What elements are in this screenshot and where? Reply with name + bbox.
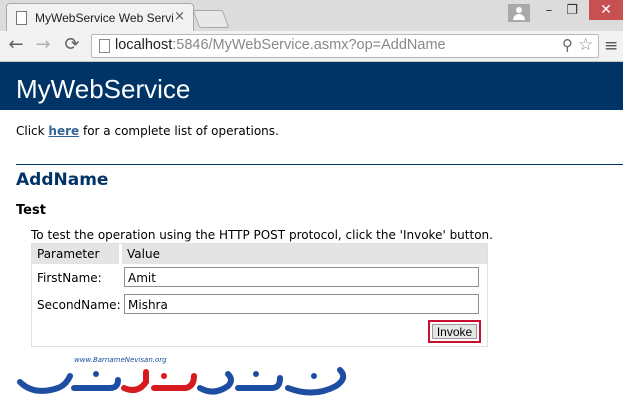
test-instructions: To test the operation using the HTTP POS… — [31, 228, 493, 242]
browser-toolbar: ← → ⟳ localhost:5846/MyWebService.asmx?o… — [0, 31, 623, 62]
watermark-logo: www.BarnameNevisan.org — [17, 356, 347, 396]
intro-text: Click here for a complete list of operat… — [16, 124, 279, 138]
service-banner: MyWebService — [0, 62, 623, 110]
test-heading: Test — [16, 203, 46, 218]
browser-menu-icon[interactable]: ≡ — [604, 36, 618, 56]
address-bar[interactable]: localhost:5846/MyWebService.asmx?op=AddN… — [91, 34, 599, 58]
user-profile-icon[interactable] — [508, 4, 530, 22]
operations-list-link[interactable]: here — [48, 124, 79, 138]
maximize-icon[interactable]: ❐ — [560, 3, 584, 18]
page-icon — [16, 11, 27, 25]
secondname-label: SecondName: — [37, 298, 121, 312]
window-close-icon[interactable]: ✕ — [589, 0, 623, 20]
service-title: MyWebService — [16, 74, 191, 104]
forward-arrow-icon[interactable]: → — [32, 34, 54, 55]
invoke-highlight: Invoke — [428, 320, 481, 343]
zoom-icon[interactable]: ⚲ — [562, 36, 573, 54]
firstname-label: FirstName: — [37, 271, 102, 285]
parameters-table: Parameter Value FirstName: Amit SecondNa… — [31, 243, 488, 347]
invoke-button[interactable]: Invoke — [432, 324, 477, 339]
browser-titlebar: MyWebService Web Service × – ❐ ✕ — [0, 0, 623, 32]
firstname-input[interactable]: Amit — [124, 267, 479, 287]
tab-close-icon[interactable]: × — [174, 9, 185, 24]
column-header-parameter: Parameter — [32, 244, 119, 264]
tab-title: MyWebService Web Service — [35, 11, 173, 25]
column-header-value: Value — [122, 244, 487, 264]
operation-heading: AddName — [16, 170, 109, 190]
new-tab-button[interactable] — [192, 10, 230, 28]
url-text[interactable]: localhost:5846/MyWebService.asmx?op=AddN… — [115, 37, 446, 53]
page-icon — [99, 39, 110, 53]
back-arrow-icon[interactable]: ← — [5, 34, 27, 55]
browser-tab[interactable]: MyWebService Web Service × — [6, 3, 194, 32]
secondname-input[interactable]: Mishra — [124, 294, 479, 314]
svg-text:www.BarnameNevisan.org: www.BarnameNevisan.org — [74, 356, 167, 364]
divider — [16, 164, 623, 165]
bookmark-star-icon[interactable]: ☆ — [578, 35, 593, 55]
reload-icon[interactable]: ⟳ — [61, 34, 83, 55]
minimize-icon[interactable]: – — [537, 3, 561, 18]
